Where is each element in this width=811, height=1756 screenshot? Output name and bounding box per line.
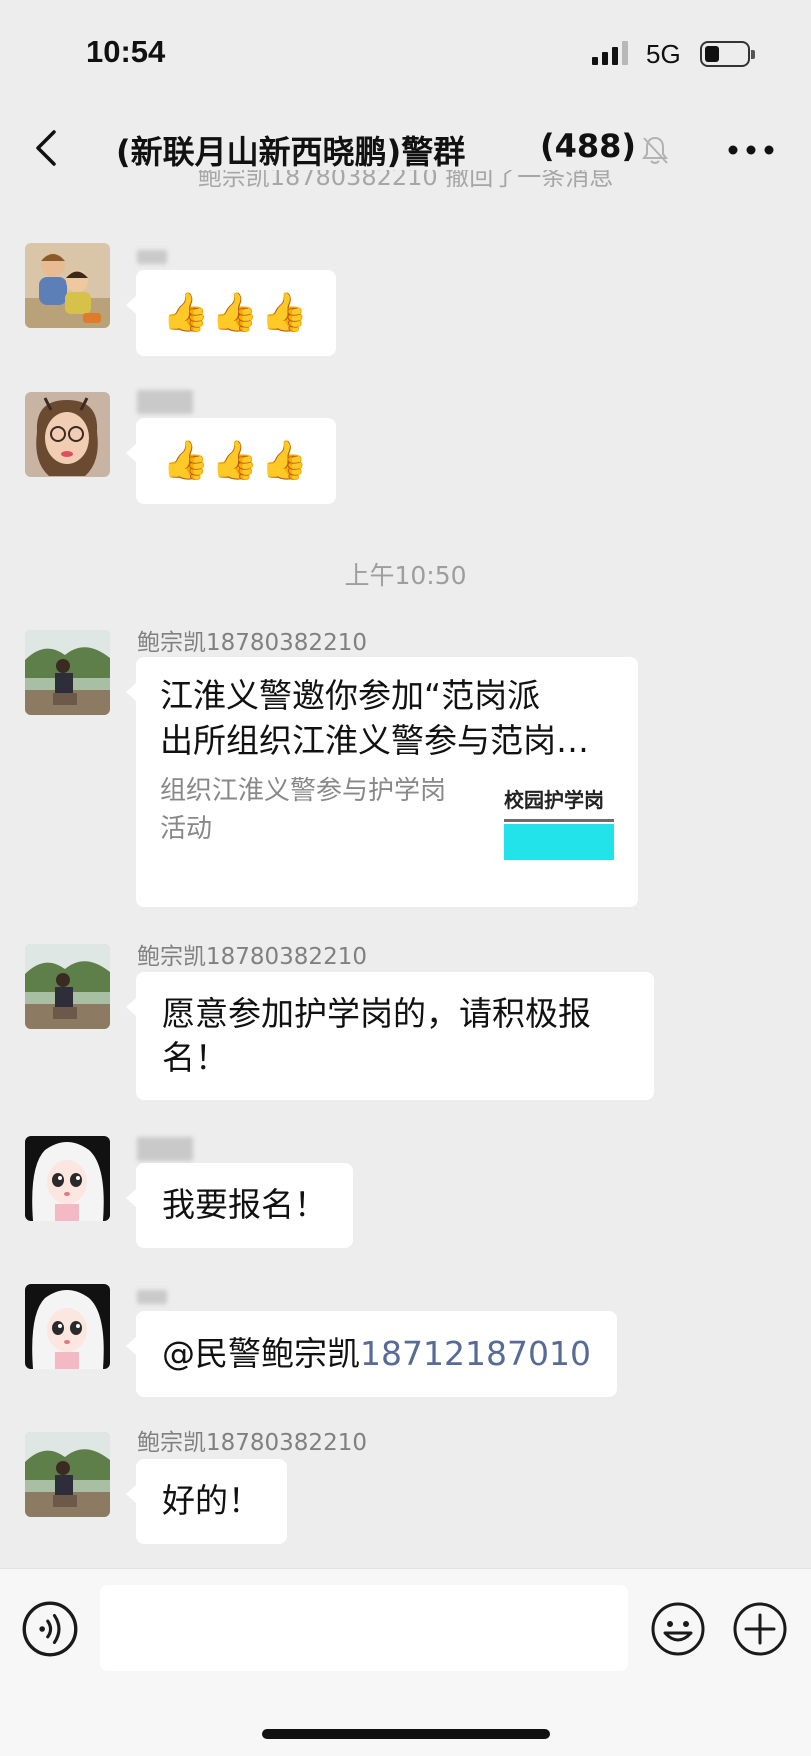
message-bubble[interactable]: 👍👍👍 [126, 270, 336, 356]
sender-name: 鲍宗凯18780382210 [137, 1430, 367, 1456]
bell-slash-icon [642, 136, 668, 164]
avatar[interactable] [25, 243, 110, 328]
message-bubble[interactable]: 好的！ [126, 1459, 287, 1544]
park-man-avatar [25, 1432, 110, 1517]
message-bubble[interactable]: 👍👍👍 [126, 418, 336, 504]
sender-name: 鲍宗凯18780382210 [137, 944, 367, 970]
message-text: 好的！ [162, 1481, 261, 1520]
chevron-left-icon[interactable] [26, 126, 70, 170]
time-divider: 上午10:50 [344, 561, 467, 590]
avatar[interactable] [25, 944, 110, 1029]
message-bubble[interactable]: 我要报名！ [126, 1163, 353, 1248]
card-title: 江淮义警邀你参加“范岗派 出所组织江淮义警参与范岗派出所组织江淮义警参与护学岗活… [160, 676, 620, 760]
battery-icon [700, 41, 755, 67]
message-mention: @民警鲍宗凯 [162, 1334, 360, 1373]
girl-glasses-avatar [25, 392, 110, 477]
blurred-sender-name [137, 390, 193, 414]
card-thumbnail-text: 校园护学岗 [504, 788, 604, 812]
status-bar: 10:54 5G [0, 0, 811, 110]
signal-icon [592, 41, 628, 65]
recall-notice: 鲍宗凯18780382210 撤回了一条消息 [197, 170, 614, 191]
avatar[interactable] [25, 392, 110, 477]
anime-girl-avatar [25, 1136, 110, 1221]
input-toolbar [0, 1568, 811, 1756]
more-dots-icon[interactable] [724, 128, 778, 172]
message-bubble[interactable]: @民警鲍宗凯18712187010 [126, 1311, 617, 1397]
anime-girl-avatar [25, 1284, 110, 1369]
park-man-avatar [25, 630, 110, 715]
plus-icon[interactable] [732, 1601, 788, 1657]
message-text: 我要报名！ [162, 1185, 327, 1224]
home-indicator[interactable] [262, 1729, 550, 1739]
voice-icon[interactable] [22, 1601, 78, 1657]
member-count: (488) [540, 127, 637, 165]
message-text: 👍👍👍 [162, 290, 310, 334]
network-type: 5G [646, 39, 681, 69]
message-bubble[interactable]: 愿意参加护学岗的，请积极报名！ [126, 972, 654, 1100]
avatar[interactable] [25, 630, 110, 715]
smiley-icon[interactable] [650, 1601, 706, 1657]
chat-title[interactable]: (新联月山新西晓鹏)警群 [116, 127, 465, 173]
card-thumbnail: 校园护学岗 [504, 784, 614, 860]
avatar[interactable] [25, 1136, 110, 1221]
message-text: 👍👍👍 [162, 438, 310, 482]
card-description: 组织江淮义警参与护学岗活动 [160, 776, 447, 844]
blurred-sender-name [137, 1137, 193, 1161]
phone-number-link[interactable]: 18712187010 [360, 1334, 591, 1373]
blurred-sender-name [137, 250, 167, 264]
avatar[interactable] [25, 1284, 110, 1369]
status-time: 10:54 [86, 34, 166, 69]
child-photo-avatar [25, 243, 110, 328]
avatar[interactable] [25, 1432, 110, 1517]
park-man-avatar [25, 944, 110, 1029]
message-input[interactable] [100, 1585, 628, 1671]
message-text: 愿意参加护学岗的，请积极报名！ [162, 994, 591, 1077]
sender-name: 鲍宗凯18780382210 [137, 630, 367, 656]
invitation-card[interactable]: 江淮义警邀你参加“范岗派 出所组织江淮义警参与范岗派出所组织江淮义警参与护学岗活… [126, 657, 638, 907]
blurred-sender-name [137, 1290, 167, 1304]
